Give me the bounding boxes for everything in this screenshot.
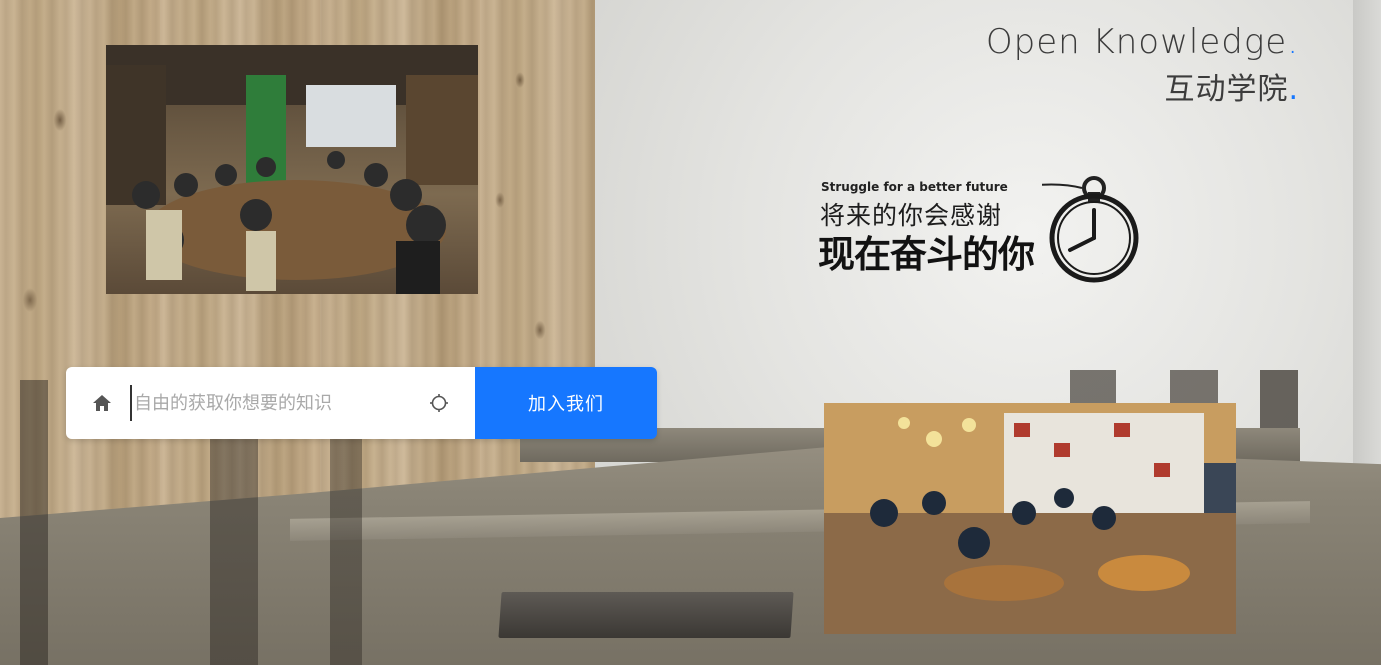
brand-dot: . (1287, 22, 1299, 62)
book-on-table (498, 592, 794, 638)
locate-icon[interactable] (429, 393, 449, 413)
decal-slogan-line2: 现在奋斗的你 (818, 233, 1035, 276)
brand-title-cn-text: 互动学院 (1164, 72, 1289, 107)
decal-slogan-en: Struggle for a better future (821, 180, 1008, 194)
landing-page: Open Knowledge. 互动学院. Struggle for a bet… (0, 0, 1381, 665)
lecture-room-illustration (106, 45, 478, 294)
search-bar: 加入我们 (66, 367, 657, 439)
brand-title-en: Open Knowledge. (986, 20, 1299, 64)
search-box (66, 367, 475, 439)
brand-title-cn: 互动学院. (986, 64, 1299, 116)
search-input[interactable] (130, 385, 400, 421)
locate-icon-glyph (430, 394, 448, 412)
home-icon[interactable] (91, 392, 113, 414)
home-icon-glyph (93, 395, 111, 411)
brand-title-en-text: Open Knowledge (985, 22, 1288, 62)
join-us-button[interactable]: 加入我们 (475, 367, 657, 439)
wall-decal: Struggle for a better future 将来的你会感谢 现在奋… (818, 170, 1140, 288)
lecture-room-photo (106, 45, 478, 294)
cafe-study-room-photo (824, 403, 1236, 634)
stopwatch-icon (1042, 176, 1139, 283)
cafe-illustration (824, 403, 1236, 634)
brand-heading: Open Knowledge. 互动学院. (986, 20, 1299, 116)
brand-dot: . (1288, 72, 1299, 107)
